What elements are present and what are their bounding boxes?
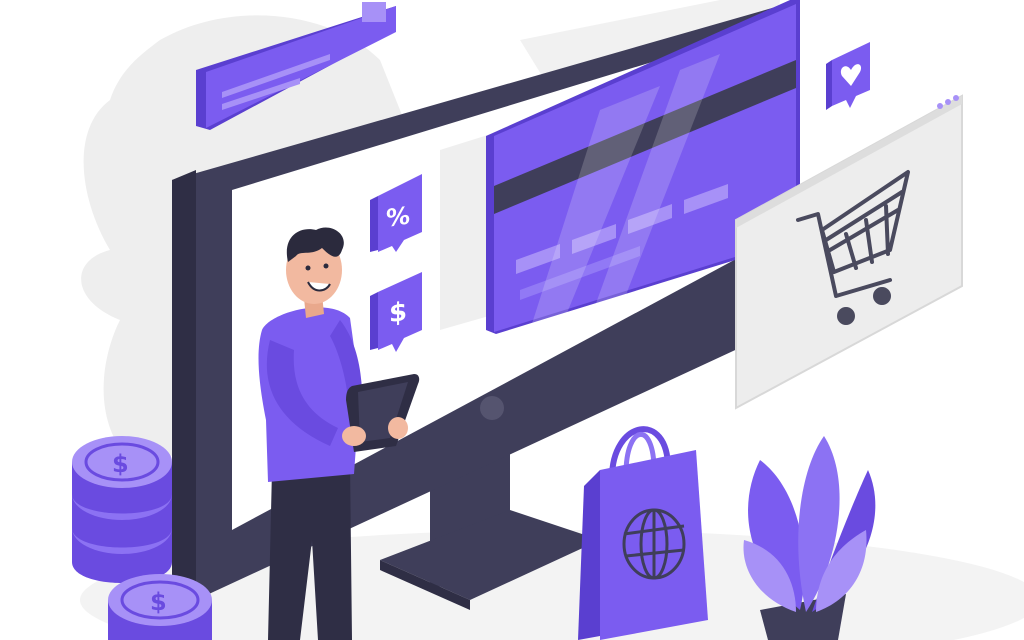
heart-badge-side	[826, 60, 832, 110]
person-eye	[305, 265, 311, 271]
monitor-power-button[interactable]	[480, 396, 504, 420]
dollar-badge-side	[370, 292, 378, 350]
person-hand	[388, 417, 408, 439]
coin-stack-front: $	[108, 574, 212, 640]
coin-dollar-icon: $	[150, 588, 167, 616]
shopping-bag	[578, 426, 708, 640]
dollar-icon: $	[389, 297, 407, 329]
illustration-stage: % $ $ $	[0, 0, 1024, 640]
percent-badge-side	[370, 196, 378, 252]
top-banner-button[interactable]	[362, 2, 386, 22]
percent-icon: %	[386, 201, 410, 232]
coin-stack-back: $	[72, 436, 172, 583]
illustration-canvas: % $ $ $	[72, 0, 1024, 640]
person-hand	[342, 426, 366, 446]
person-eye	[323, 263, 329, 269]
monitor-frame-side	[172, 170, 196, 596]
coin-dollar-icon: $	[112, 450, 129, 478]
heart-badge	[826, 42, 870, 110]
window-dot-icon[interactable]	[945, 99, 951, 105]
window-dot-icon[interactable]	[953, 95, 959, 101]
window-dot-icon[interactable]	[937, 103, 943, 109]
